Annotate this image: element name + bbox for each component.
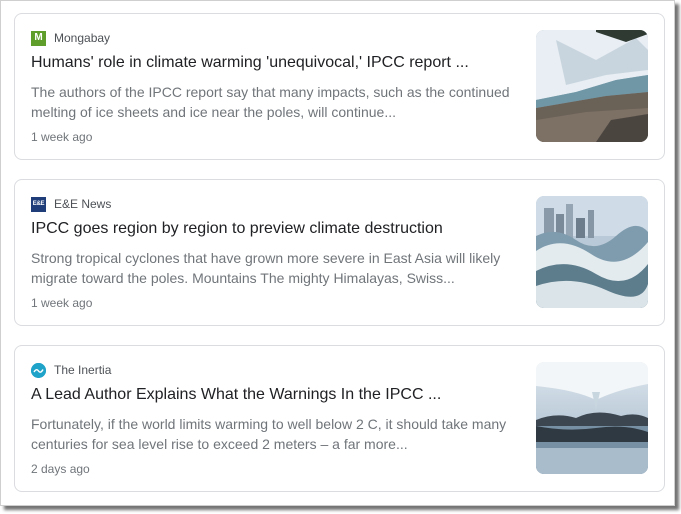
news-card[interactable]: M Mongabay Humans' role in climate warmi… [14,13,665,160]
source-name: The Inertia [54,363,112,377]
source-name: Mongabay [54,31,111,45]
mongabay-favicon-icon: M [31,30,46,46]
news-card[interactable]: The Inertia A Lead Author Explains What … [14,345,665,492]
publish-age: 2 days ago [31,462,90,476]
news-card[interactable]: E&E E&E News IPCC goes region by region … [14,179,665,326]
glacier-coast-thumbnail[interactable] [536,30,648,142]
source-row: M Mongabay [31,30,110,46]
publish-age: 1 week ago [31,130,93,144]
city-storm-waves-thumbnail[interactable] [536,196,648,308]
publish-age: 1 week ago [31,296,93,310]
source-name: E&E News [54,197,112,211]
snippet: The authors of the IPCC report say that … [31,84,510,120]
headline-link[interactable]: Humans' role in climate warming 'unequiv… [31,54,511,72]
snippet: Strong tropical cyclones that have grown… [31,250,501,286]
snippet: Fortunately, if the world limits warming… [31,416,507,452]
source-row: The Inertia [31,362,111,378]
inertia-wave-favicon-icon [31,362,46,378]
source-row: E&E E&E News [31,196,111,212]
melting-ice-lake-thumbnail[interactable] [536,362,648,474]
ee-news-favicon-icon: E&E [31,196,46,212]
headline-link[interactable]: A Lead Author Explains What the Warnings… [31,386,511,404]
news-results-panel: M Mongabay Humans' role in climate warmi… [0,0,675,506]
headline-link[interactable]: IPCC goes region by region to preview cl… [31,220,511,238]
